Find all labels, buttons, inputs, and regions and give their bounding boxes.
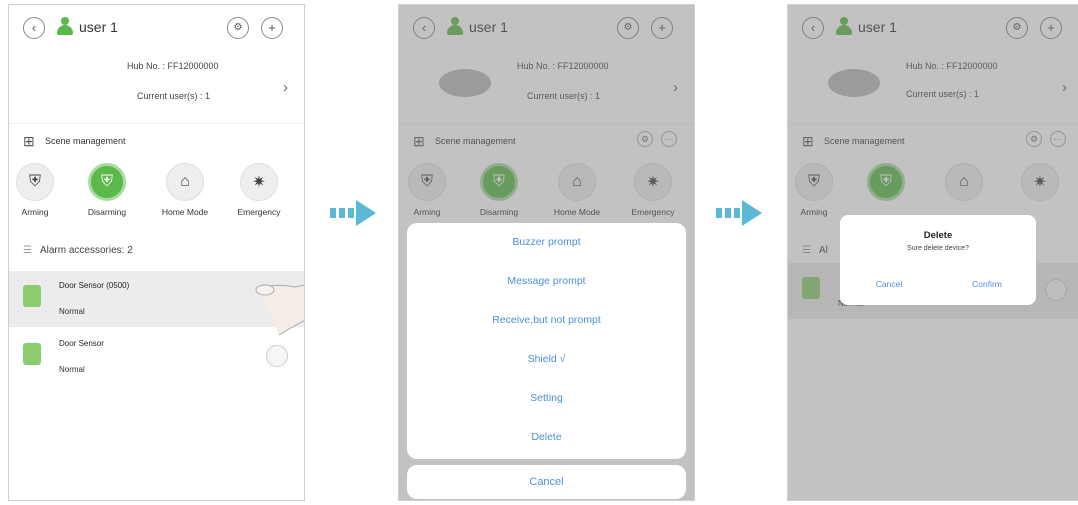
device-row[interactable]: Door Sensor Normal <box>9 329 304 385</box>
door-sensor-icon <box>23 343 41 365</box>
header: ‹ user 1 ⚙ + <box>9 5 304 45</box>
scene-title: Scene management <box>45 136 126 146</box>
sheet-item-shield[interactable]: Shield √ <box>407 340 686 379</box>
back-button[interactable]: ‹ <box>23 17 45 39</box>
door-sensor-icon <box>23 285 41 307</box>
scene-management-row: ⊞ Scene management <box>9 123 304 153</box>
dialog-message: Sure delete device? <box>907 245 969 252</box>
dialog-title: Delete <box>923 230 953 241</box>
accessories-title: Alarm accessories: 2 <box>39 245 133 256</box>
screen-delete-confirm: ‹ user 1 ⚙ + Hub No. : FF12000000 Curren… <box>787 4 1078 501</box>
device-status: Normal <box>59 365 85 374</box>
list-icon: ☰ <box>23 245 32 256</box>
hand-gesture-icon <box>255 284 304 335</box>
sheet-item-delete[interactable]: Delete <box>407 418 686 457</box>
settings-icon[interactable]: ⚙ <box>227 17 249 39</box>
add-button[interactable]: + <box>261 17 283 39</box>
sheet-item-buzzer-prompt[interactable]: Buzzer prompt <box>407 223 686 262</box>
current-users: Current user(s) : 1 <box>137 91 211 101</box>
delete-dialog: Delete Sure delete device? Cancel Confir… <box>840 215 1036 305</box>
sheet-item-message-prompt[interactable]: Message prompt <box>407 262 686 301</box>
mode-home[interactable]: ⌂ Home Mode <box>153 163 217 217</box>
grid-icon: ⊞ <box>23 133 35 149</box>
mode-emergency[interactable]: ✷ Emergency <box>227 163 291 217</box>
mode-disarming[interactable]: ⛨ Disarming <box>75 163 139 217</box>
chevron-right-icon[interactable]: › <box>283 79 288 96</box>
shield-lock-icon: ⛨ <box>16 163 54 201</box>
mode-label: Emergency <box>237 207 281 217</box>
user-name: user 1 <box>79 19 118 35</box>
mode-label: Arming <box>21 207 49 217</box>
sheet-item-receive-no-prompt[interactable]: Receive,but not prompt <box>407 301 686 340</box>
siren-icon: ✷ <box>240 163 278 201</box>
shield-open-icon: ⛨ <box>88 163 126 201</box>
mode-arming[interactable]: ⛨ Arming <box>9 163 67 217</box>
action-sheet: Buzzer prompt Message prompt Receive,but… <box>407 223 686 459</box>
device-name: Door Sensor <box>59 339 104 348</box>
mode-label: Home Mode <box>161 207 209 217</box>
mode-label: Disarming <box>87 207 127 217</box>
device-status: Normal <box>59 307 85 316</box>
home-icon: ⌂ <box>166 163 204 201</box>
screen-hub-detail: ‹ user 1 ⚙ + Hub No. : FF12000000 Curren… <box>8 4 305 501</box>
hub-number: Hub No. : FF12000000 <box>127 61 219 71</box>
user-icon <box>57 17 73 35</box>
dialog-confirm-button[interactable]: Confirm <box>942 279 1032 289</box>
cancel-button[interactable]: Cancel <box>407 465 686 499</box>
sheet-item-setting[interactable]: Setting <box>407 379 686 418</box>
device-toggle[interactable] <box>266 345 288 367</box>
screen-action-sheet: ‹ user 1 ⚙ + Hub No. : FF12000000 Curren… <box>398 4 695 501</box>
device-name: Door Sensor (0500) <box>59 281 130 290</box>
accessories-header: ☰ Alarm accessories: 2 <box>23 245 133 256</box>
dialog-cancel-button[interactable]: Cancel <box>844 279 934 289</box>
